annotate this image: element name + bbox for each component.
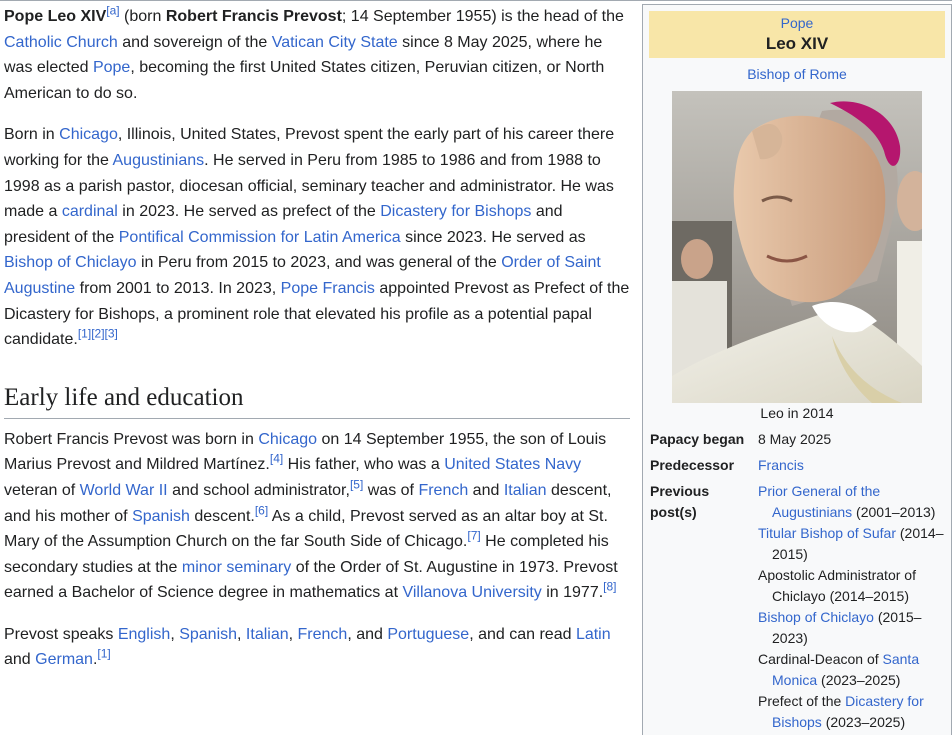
text: from 2001 to 2013. In 2023, bbox=[75, 279, 281, 297]
link-minor-seminary[interactable]: minor seminary bbox=[182, 559, 291, 576]
link-spanish[interactable]: Spanish bbox=[179, 626, 237, 643]
link-titular-bishop[interactable]: Titular Bishop of Sufar bbox=[758, 525, 896, 541]
portrait-photo[interactable] bbox=[672, 91, 922, 403]
value-predecessor-cell: Francis bbox=[750, 454, 947, 480]
list-item: Bishop of Chiclayo (2015–2023) bbox=[758, 607, 947, 649]
article-body: Pope Leo XIV[a] (born Robert Francis Pre… bbox=[4, 4, 630, 689]
text: , bbox=[237, 625, 246, 643]
text: and bbox=[4, 651, 36, 669]
link-pontifical-commission[interactable]: Pontifical Commission for Latin America bbox=[119, 229, 401, 246]
link-french[interactable]: French bbox=[418, 482, 468, 499]
link-augustinians[interactable]: Augustinians bbox=[113, 152, 205, 169]
image-caption: Leo in 2014 bbox=[760, 405, 834, 421]
career-paragraph: Born in Chicago, Illinois, United States… bbox=[4, 122, 630, 352]
infobox-table: Papacy began 8 May 2025 Predecessor Fran… bbox=[649, 428, 947, 737]
post-years: (2014–2015) bbox=[825, 588, 909, 604]
post-title: Cardinal-Deacon of bbox=[758, 651, 883, 667]
footnote-a[interactable]: [a] bbox=[106, 4, 119, 18]
infobox: Pope Leo XIV Bishop of Rome Leo in 2014 … bbox=[642, 4, 952, 735]
link-predecessor[interactable]: Francis bbox=[758, 457, 804, 473]
post-years: (2001–2013) bbox=[852, 504, 936, 520]
text: Robert Francis Prevost was born in bbox=[4, 430, 259, 448]
post-title: Prefect of the bbox=[758, 693, 846, 709]
text: , bbox=[170, 625, 180, 643]
article-subject: Pope Leo XIV bbox=[4, 8, 107, 25]
link-english[interactable]: English bbox=[118, 626, 170, 643]
text: Prevost speaks bbox=[4, 625, 118, 643]
text: (born bbox=[119, 8, 166, 25]
intro-paragraph: Pope Leo XIV[a] (born Robert Francis Pre… bbox=[4, 4, 630, 106]
link-chicago[interactable]: Chicago bbox=[258, 431, 317, 448]
ref-5[interactable]: [5] bbox=[350, 478, 363, 492]
infobox-supertitle-link[interactable]: Pope bbox=[649, 13, 945, 33]
label-papacy-began: Papacy began bbox=[650, 431, 745, 447]
text: was of bbox=[363, 481, 419, 499]
list-item: Prior General of the Augustinians (2001–… bbox=[758, 481, 947, 523]
top-border bbox=[0, 0, 952, 1]
link-italian[interactable]: Italian bbox=[246, 626, 289, 643]
post-years: (2023–2025) bbox=[821, 714, 906, 730]
link-pope[interactable]: Pope bbox=[93, 59, 130, 76]
link-bishop-of-chiclayo[interactable]: Bishop of Chiclayo bbox=[4, 254, 137, 271]
ref-1[interactable]: [1] bbox=[97, 647, 110, 661]
text: descent. bbox=[189, 507, 255, 525]
list-item: Cardinal-Deacon of Santa Monica (2023–20… bbox=[758, 649, 947, 691]
ref-8[interactable]: [8] bbox=[603, 580, 616, 594]
text: His father, who was a bbox=[283, 456, 445, 474]
ref-1[interactable]: [1] bbox=[78, 327, 91, 341]
text: veteran of bbox=[4, 481, 80, 499]
link-catholic-church[interactable]: Catholic Church bbox=[4, 34, 118, 51]
text: in 2023. He served as prefect of the bbox=[117, 203, 381, 221]
row-previous-posts: Previous post(s) Prior General of the Au… bbox=[649, 480, 947, 737]
text: ; 14 September 1955) is the head of the bbox=[341, 8, 624, 25]
label-previous-posts: Previous post(s) bbox=[650, 483, 710, 520]
text: Born in bbox=[4, 126, 60, 144]
list-item: Apostolic Administrator of Chiclayo (201… bbox=[758, 565, 947, 607]
text: and sovereign of the bbox=[117, 33, 272, 51]
link-world-war-ii[interactable]: World War II bbox=[80, 482, 168, 499]
row-predecessor: Predecessor Francis bbox=[649, 454, 947, 480]
link-villanova-university[interactable]: Villanova University bbox=[402, 584, 541, 601]
link-chicago[interactable]: Chicago bbox=[59, 126, 118, 143]
link-portuguese[interactable]: Portuguese bbox=[387, 626, 469, 643]
early-life-paragraph: Robert Francis Prevost was born in Chica… bbox=[4, 427, 630, 606]
ref-2[interactable]: [2] bbox=[91, 327, 104, 341]
list-item: Titular Bishop of Sufar (2014–2015) bbox=[758, 523, 947, 565]
text: and school administrator, bbox=[167, 481, 350, 499]
text: , and can read bbox=[469, 625, 576, 643]
ref-7[interactable]: [7] bbox=[467, 529, 480, 543]
text: in Peru from 2015 to 2023, and was gener… bbox=[136, 254, 502, 272]
link-vatican-city[interactable]: Vatican City State bbox=[272, 34, 398, 51]
link-german[interactable]: German bbox=[35, 651, 93, 668]
birth-name: Robert Francis Prevost bbox=[165, 8, 342, 25]
link-pope-francis[interactable]: Pope Francis bbox=[281, 280, 375, 297]
link-bishop-of-chiclayo[interactable]: Bishop of Chiclayo bbox=[758, 609, 874, 625]
row-papacy: Papacy began 8 May 2025 bbox=[649, 428, 947, 454]
text: and bbox=[468, 481, 504, 499]
link-dicastery-for-bishops[interactable]: Dicastery for Bishops bbox=[380, 203, 531, 220]
link-italian[interactable]: Italian bbox=[504, 482, 547, 499]
languages-paragraph: Prevost speaks English, Spanish, Italian… bbox=[4, 622, 630, 673]
infobox-subtitle-row: Bishop of Rome bbox=[643, 64, 951, 85]
post-years: (2023–2025) bbox=[817, 672, 901, 688]
link-spanish[interactable]: Spanish bbox=[132, 508, 190, 525]
link-cardinal[interactable]: cardinal bbox=[62, 203, 118, 220]
ref-6[interactable]: [6] bbox=[255, 503, 268, 517]
infobox-header: Pope Leo XIV bbox=[649, 11, 945, 58]
link-french[interactable]: French bbox=[298, 626, 348, 643]
value-papacy-began: 8 May 2025 bbox=[758, 431, 832, 447]
ref-4[interactable]: [4] bbox=[270, 452, 283, 466]
text: , bbox=[288, 625, 298, 643]
link-us-navy[interactable]: United States Navy bbox=[444, 456, 581, 473]
infobox-title: Leo XIV bbox=[765, 34, 829, 53]
link-latin[interactable]: Latin bbox=[576, 626, 611, 643]
ref-3[interactable]: [3] bbox=[105, 327, 118, 341]
section-heading: Early life and education bbox=[4, 381, 630, 419]
text: since 2023. He served as bbox=[400, 228, 586, 246]
infobox-subtitle-link[interactable]: Bishop of Rome bbox=[747, 66, 847, 82]
value-previous-posts: Prior General of the Augustinians (2001–… bbox=[750, 480, 947, 737]
label-predecessor: Predecessor bbox=[650, 457, 735, 473]
text: in 1977. bbox=[541, 584, 604, 602]
text: , and bbox=[347, 625, 388, 643]
